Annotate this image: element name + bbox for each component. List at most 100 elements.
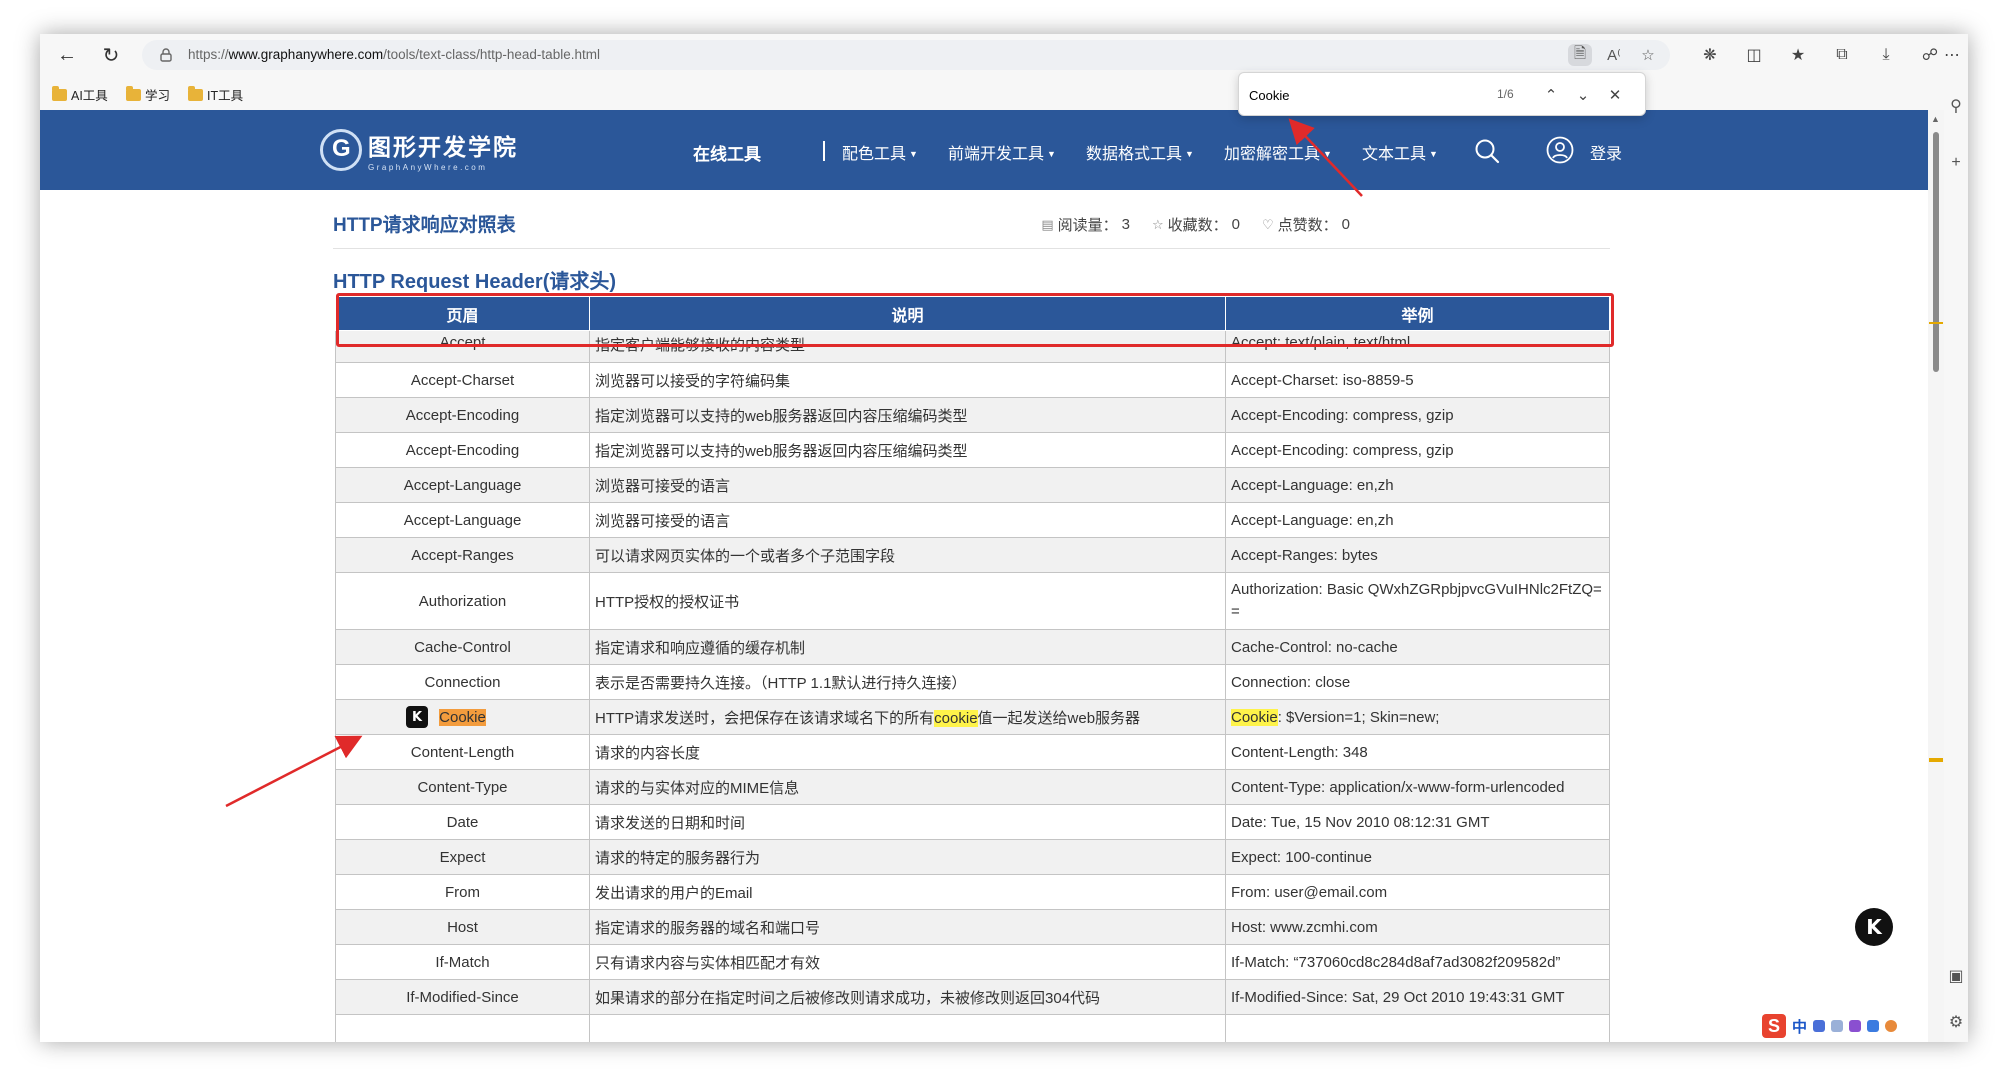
table-row [335, 1014, 1610, 1042]
ime-mascot-icon[interactable] [1885, 1020, 1898, 1032]
chevron-down-icon: ▼ [1047, 149, 1056, 159]
find-bar: 1/6 ⌃ ⌄ ✕ [1238, 72, 1646, 116]
user-icon[interactable] [1546, 136, 1574, 164]
table-row: Connection 表示是否需要持久连接。（HTTP 1.1默认进行持久连接）… [335, 664, 1610, 700]
ime-toolbar[interactable]: S 中 [1762, 1012, 1898, 1040]
bookmarks-bar: AI工具 学习 IT工具 [40, 76, 1968, 110]
ime-language[interactable]: 中 [1792, 1016, 1807, 1037]
find-match-current: Cookie [439, 708, 486, 726]
login-link[interactable]: 登录 [1590, 140, 1622, 164]
nav-frontend-tools[interactable]: 前端开发工具 ▼ [948, 140, 1056, 164]
site-name: 图形开发学院 [368, 134, 518, 160]
add-icon[interactable]: + [1947, 154, 1965, 172]
settings-gear-icon[interactable]: ⚙ [1947, 1012, 1965, 1031]
browser-window: ← ↻ https://www.graphanywhere.com/tools/… [40, 34, 1968, 1042]
section-title: HTTP Request Header(请求头) [333, 271, 617, 293]
logo-icon [320, 129, 362, 171]
nav-online-tools[interactable]: 在线工具 [693, 140, 761, 165]
find-match: Cookie [1231, 708, 1278, 726]
table-row: Accept-Language 浏览器可接受的语言 Accept-Languag… [335, 467, 1610, 503]
table-row: Host 指定请求的服务器的域名和端口号 Host: www.zcmhi.com [335, 909, 1610, 945]
table-row: If-Match 只有请求内容与实体相匹配才有效 If-Match: “7370… [335, 944, 1610, 980]
chevron-down-icon: ▼ [909, 149, 918, 159]
table-row: Date 请求发送的日期和时间 Date: Tue, 15 Nov 2010 0… [335, 804, 1610, 840]
find-match: cookie [934, 709, 978, 727]
table-row: Accept-Language 浏览器可接受的语言 Accept-Languag… [335, 502, 1610, 538]
more-menu-icon[interactable]: ⋯ [1940, 42, 1964, 68]
read-aloud-icon[interactable]: A⁽ [1602, 44, 1626, 66]
favorite-star-icon[interactable]: ☆ [1636, 44, 1660, 66]
find-marker [1929, 322, 1943, 324]
column-header-example: 举例 [1225, 296, 1610, 331]
back-icon[interactable]: ← [52, 40, 82, 70]
ime-punctuation-icon[interactable] [1813, 1020, 1826, 1032]
favorites-icon[interactable]: ★ [1784, 42, 1812, 68]
ime-tools-icon[interactable] [1867, 1020, 1880, 1032]
find-close-icon[interactable]: ✕ [1603, 83, 1627, 107]
bookmark-it-tools[interactable]: IT工具 [188, 85, 243, 104]
table-row: If-Modified-Since 如果请求的部分在指定时间之后被修改则请求成功… [335, 979, 1610, 1015]
screenshot-icon[interactable]: ▣ [1947, 966, 1965, 985]
column-header-description: 说明 [589, 296, 1226, 331]
heart-icon: ♡ [1261, 216, 1274, 232]
find-marker [1929, 758, 1943, 762]
find-previous-icon[interactable]: ⌃ [1539, 83, 1563, 107]
ime-voice-icon[interactable] [1831, 1020, 1844, 1032]
star-icon: ☆ [1151, 216, 1164, 232]
like-count[interactable]: ♡ 点赞数： 0 [1262, 214, 1350, 235]
split-screen-icon[interactable]: ◫ [1740, 42, 1768, 68]
table-row: Expect 请求的特定的服务器行为 Expect: 100-continue [335, 839, 1610, 875]
table-row-cookie: Cookie HTTP请求发送时，会把保存在该请求域名下的所有cookie值一起… [335, 699, 1610, 735]
table-header-row: 页眉 说明 举例 [335, 296, 1610, 331]
nav-data-format-tools[interactable]: 数据格式工具 ▼ [1086, 140, 1194, 164]
scroll-thumb[interactable] [1933, 132, 1939, 372]
chevron-down-icon: ▼ [1323, 149, 1332, 159]
find-match-count: 1/6 [1497, 87, 1514, 101]
nav-crypto-tools[interactable]: 加密解密工具 ▼ [1224, 140, 1332, 164]
table-row: Accept 指定客户端能够接收的内容类型 Accept: text/plain… [335, 330, 1610, 363]
kimi-float-button[interactable]: K [1855, 908, 1893, 946]
table-row: Content-Type 请求的与实体对应的MIME信息 Content-Typ… [335, 769, 1610, 805]
table-row: Content-Length 请求的内容长度 Content-Length: 3… [335, 734, 1610, 770]
scroll-up-icon[interactable]: ▲ [1931, 114, 1940, 124]
chevron-down-icon: ▼ [1185, 149, 1194, 159]
http-header-table: 页眉 说明 举例 Accept 指定客户端能够接收的内容类型 Accept: t… [335, 296, 1610, 1042]
page-viewport: 图形开发学院 GraphAnyWhere.com 在线工具 配色工具▼ 前端开发… [40, 110, 1928, 1042]
address-bar[interactable]: https://www.graphanywhere.com/tools/text… [142, 40, 1670, 70]
table-row: Accept-Charset 浏览器可以接受的字符编码集 Accept-Char… [335, 362, 1610, 398]
find-input[interactable] [1249, 85, 1499, 105]
site-header: 图形开发学院 GraphAnyWhere.com 在线工具 配色工具▼ 前端开发… [40, 110, 1928, 190]
page-title: HTTP请求响应对照表 [333, 215, 516, 236]
bookmark-study[interactable]: 学习 [126, 85, 170, 104]
folder-icon [52, 85, 67, 101]
page-scrollbar[interactable]: ▲ [1928, 110, 1944, 1042]
bookmark-ai-tools[interactable]: AI工具 [52, 85, 108, 104]
nav-color-tools[interactable]: 配色工具 ▼ [842, 140, 918, 164]
browser-sidebar: ⚲ + ▣ ⚙ [1944, 76, 1968, 1042]
extensions-icon[interactable]: ❋ [1696, 42, 1724, 68]
nav-text-tools[interactable]: 文本工具 ▼ [1362, 140, 1438, 164]
url-text[interactable]: https://www.graphanywhere.com/tools/text… [188, 47, 600, 62]
column-header-name: 页眉 [335, 296, 590, 331]
refresh-icon[interactable]: ↻ [96, 40, 126, 70]
ime-skin-icon[interactable] [1849, 1020, 1862, 1032]
search-icon[interactable]: ⚲ [1947, 96, 1965, 115]
page-stats: ▤ 阅读量： 3 ☆ 收藏数： 0 ♡ 点赞数： 0 [1041, 214, 1350, 235]
address-bar-row: ← ↻ https://www.graphanywhere.com/tools/… [40, 34, 1968, 76]
nav-divider [823, 141, 825, 161]
table-row: Authorization HTTP授权的授权证书 Authorization:… [335, 572, 1610, 630]
collections-icon[interactable]: ⧉ [1828, 42, 1856, 68]
find-next-icon[interactable]: ⌄ [1571, 83, 1595, 107]
site-logo[interactable]: 图形开发学院 GraphAnyWhere.com [320, 128, 518, 172]
sogou-ime-icon[interactable]: S [1762, 1014, 1786, 1038]
search-icon[interactable] [1474, 138, 1500, 164]
immersive-reader-icon[interactable]: 🗎 [1568, 44, 1592, 66]
kimi-badge-icon[interactable]: K [406, 706, 428, 728]
lock-icon[interactable] [158, 47, 174, 63]
table-row: Accept-Encoding 指定浏览器可以支持的web服务器返回内容压缩编码… [335, 397, 1610, 433]
downloads-icon[interactable]: ⤓ [1872, 42, 1900, 68]
table-row: From 发出请求的用户的Email From: user@email.com [335, 874, 1610, 910]
table-row: Cache-Control 指定请求和响应遵循的缓存机制 Cache-Contr… [335, 629, 1610, 665]
read-count: ▤ 阅读量： 3 [1041, 216, 1130, 234]
favorite-count[interactable]: ☆ 收藏数： 0 [1152, 214, 1240, 235]
